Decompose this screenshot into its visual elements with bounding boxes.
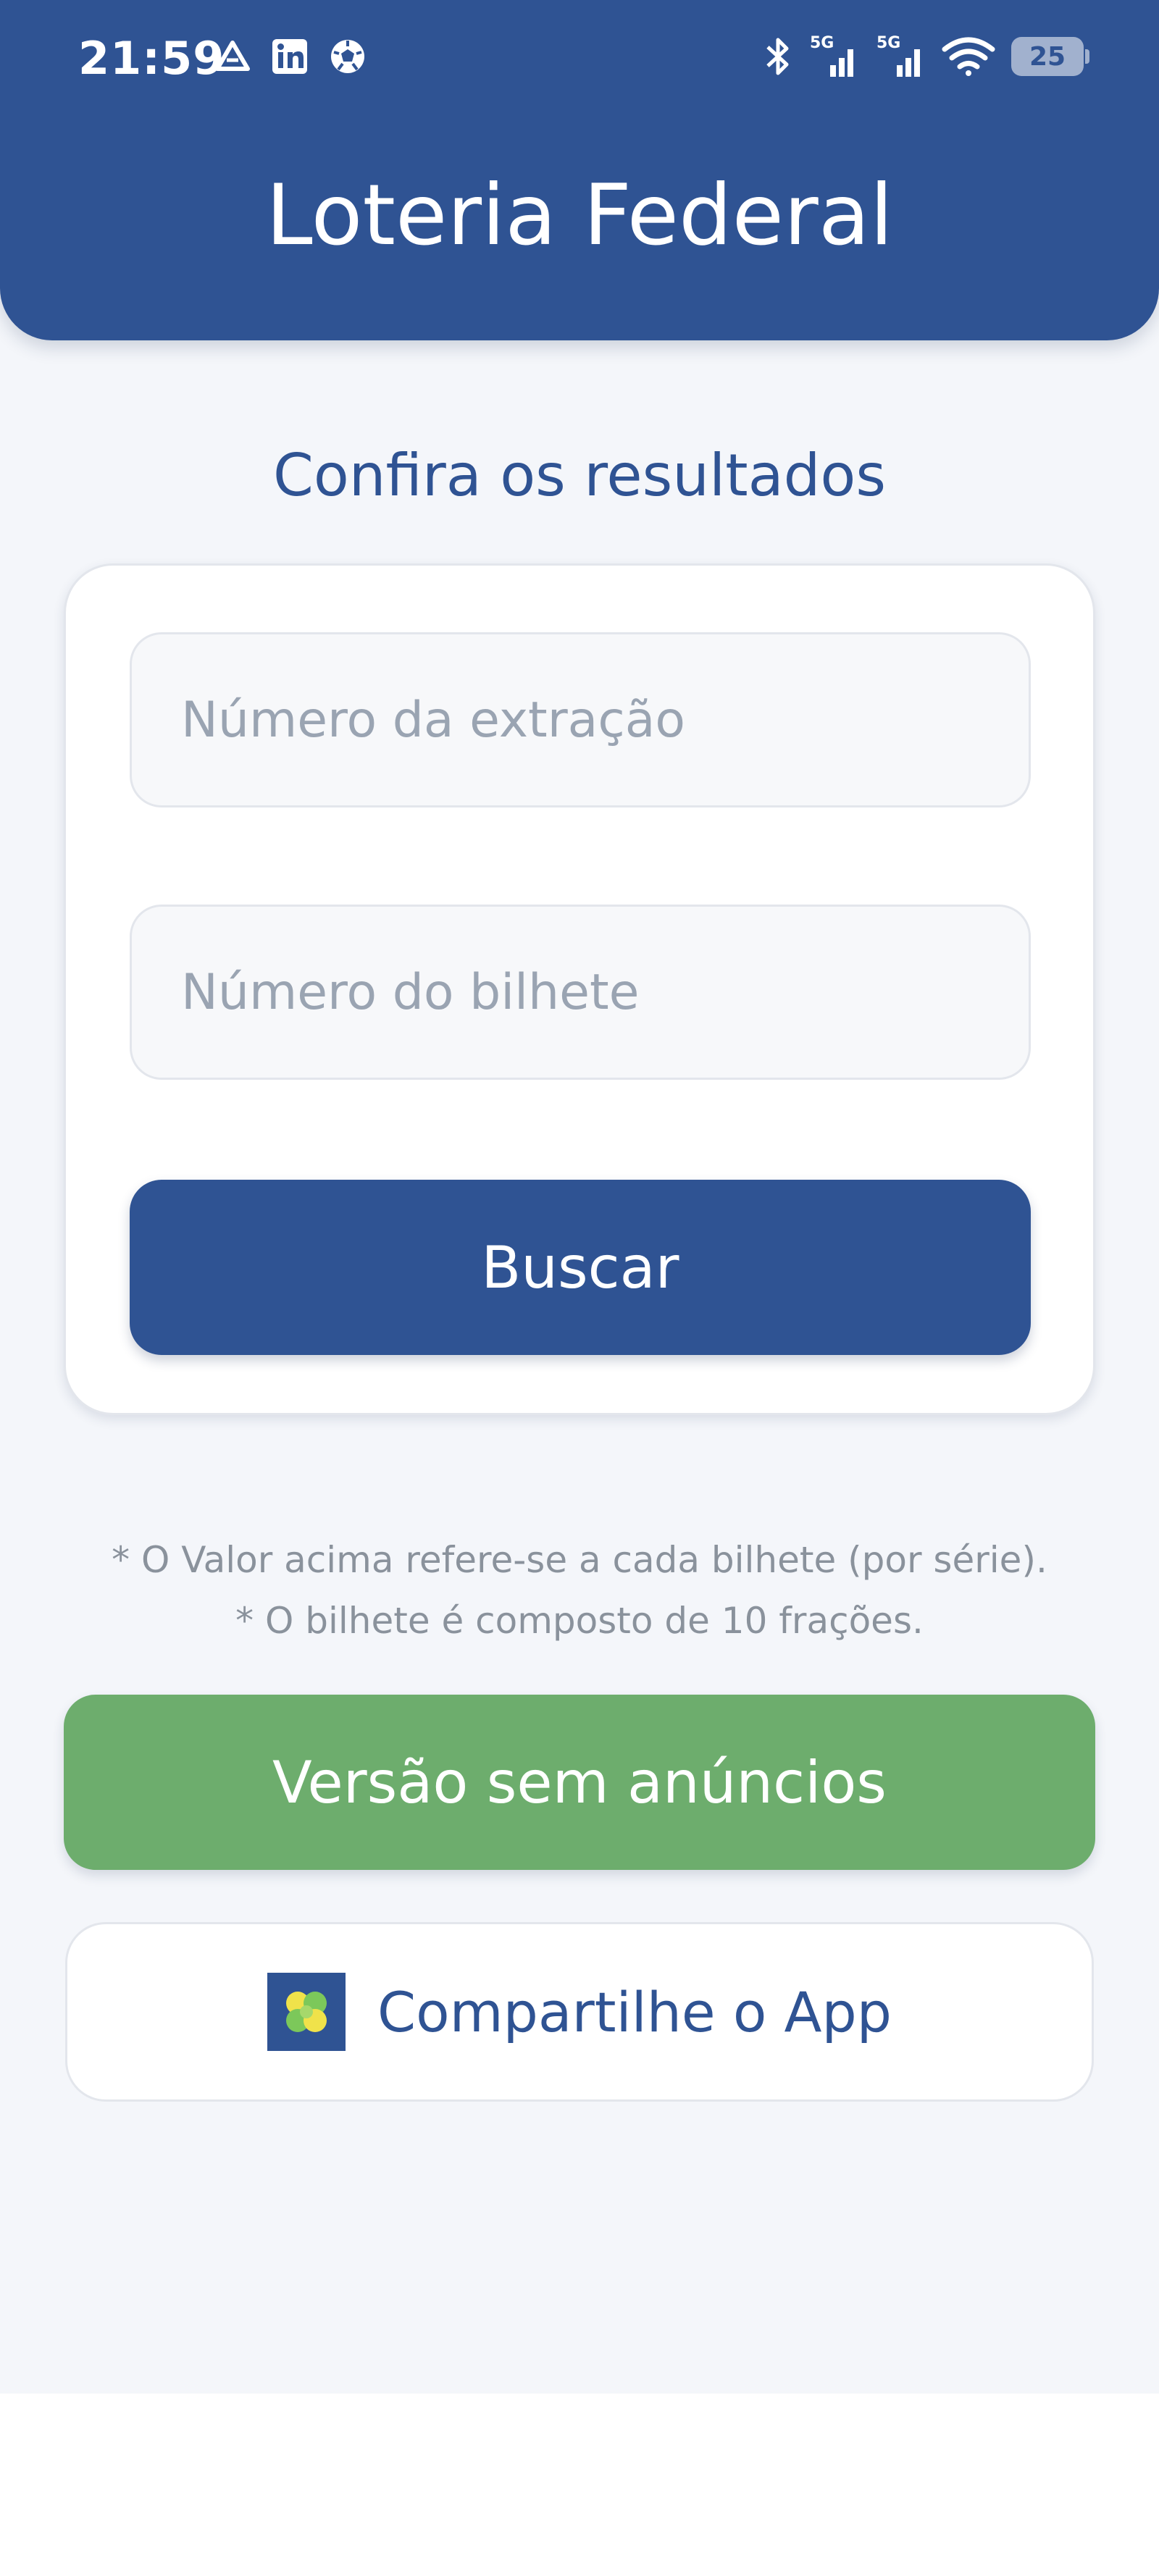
search-button[interactable]: Buscar xyxy=(130,1180,1031,1355)
app-screen: 21:59 5G 5G 25 Loteria Federal Confira o… xyxy=(0,0,1159,2394)
ticket-number-input[interactable] xyxy=(130,905,1031,1080)
header: 21:59 5G 5G 25 Loteria Federal xyxy=(0,0,1159,340)
network-label: 5G xyxy=(810,34,834,52)
extraction-number-input[interactable] xyxy=(130,632,1031,807)
notes: * O Valor acima refere-se a cada bilhete… xyxy=(0,1530,1159,1651)
status-icons-right: 5G 5G 25 xyxy=(763,33,1089,80)
drive-icon xyxy=(214,40,251,73)
linkedin-icon xyxy=(271,38,309,75)
share-app-label: Compartilhe o App xyxy=(377,1979,892,2044)
note-line-1: * O Valor acima refere-se a cada bilhete… xyxy=(112,1539,1047,1581)
signal-5g-icon: 5G xyxy=(808,33,859,80)
battery-level: 25 xyxy=(1029,41,1066,72)
status-time: 21:59 xyxy=(78,32,225,85)
soccer-ball-icon xyxy=(329,38,367,75)
no-ads-version-button[interactable]: Versão sem anúncios xyxy=(64,1695,1095,1870)
bluetooth-icon xyxy=(763,34,792,79)
share-app-button[interactable]: Compartilhe o App xyxy=(65,1922,1094,2102)
wifi-icon xyxy=(942,36,995,77)
section-title: Confira os resultados xyxy=(272,442,887,509)
note-line-2: * O bilhete é composto de 10 frações. xyxy=(235,1600,924,1642)
network-label: 5G xyxy=(876,34,900,52)
app-title: Loteria Federal xyxy=(265,167,894,264)
clover-icon xyxy=(267,1973,346,2051)
battery-icon: 25 xyxy=(1011,37,1089,76)
status-icons-left xyxy=(214,38,367,75)
search-card: Buscar xyxy=(64,563,1095,1415)
signal-5g-icon: 5G xyxy=(875,33,926,80)
